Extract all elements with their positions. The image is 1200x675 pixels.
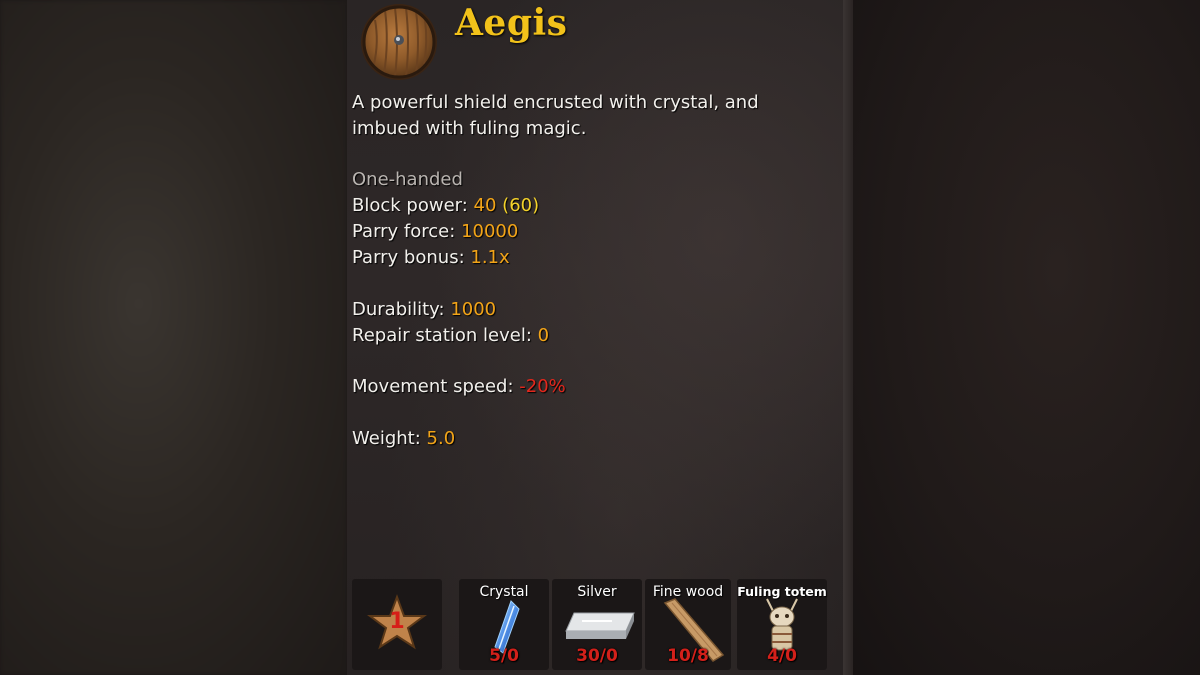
item-description: A powerful shield encrusted with crystal… [352,92,759,139]
requirement-slot-fuling-totem[interactable]: Fuling totem 4/0 [737,579,827,670]
requirement-slot-fine-wood[interactable]: Fine wood 10/8 [645,579,731,670]
round-wooden-shield-icon [361,4,437,80]
stat-parry-force: Parry force: 10000 [352,219,566,245]
requirement-count: 4/0 [767,646,797,666]
item-stats: One-handed Block power: 40 (60) Parry fo… [352,167,566,452]
stat-movement-speed: Movement speed: -20% [352,374,566,400]
item-tooltip-panel: Aegis A powerful shield encrusted with c… [347,0,843,675]
stat-repair-level: Repair station level: 0 [352,323,566,349]
quality-level-number: 1 [389,609,405,634]
requirement-name: Fine wood [652,584,724,600]
requirement-slot-crystal[interactable]: Crystal 5/0 [459,579,549,670]
requirement-name: Silver [577,584,617,600]
stat-label: Durability: [352,298,445,320]
requirement-count: 10/8 [667,646,709,666]
requirement-count: 5/0 [489,646,519,666]
stat-label: Movement speed: [352,376,514,397]
stat-label: Parry bonus: [352,247,465,268]
item-title: Aegis [455,2,568,44]
stat-label: Repair station level: [352,324,532,346]
blurred-background-left [0,0,347,675]
stat-value: 1000 [450,298,497,320]
requirement-name: Crystal [479,584,529,600]
game-screen: Aegis A powerful shield encrusted with c… [0,0,1200,675]
stat-label: Parry force: [352,221,456,242]
stat-upgraded-value: (60) [502,195,540,216]
stat-label: Block power: [352,195,468,216]
stat-label: Weight: [352,427,421,449]
handedness-text: One-handed [352,169,463,190]
quality-level-slot[interactable]: 1 [352,579,442,670]
blurred-background-right [843,0,1200,675]
stat-value: 10000 [461,221,519,242]
stat-value: 0 [537,324,550,346]
stat-block-power: Block power: 40 (60) [352,193,566,219]
stat-weight: Weight: 5.0 [352,426,566,452]
stat-value: 5.0 [426,427,456,449]
requirement-name: Fuling totem [737,584,827,599]
panel-edge [843,0,853,675]
stat-parry-bonus: Parry bonus: 1.1x [352,245,566,271]
stat-durability: Durability: 1000 [352,297,566,323]
stat-value: 1.1x [470,247,510,268]
stat-value: 40 [473,195,497,216]
stat-value: -20% [519,376,566,397]
requirement-count: 30/0 [576,646,618,666]
requirement-slot-silver[interactable]: Silver 30/0 [552,579,642,670]
